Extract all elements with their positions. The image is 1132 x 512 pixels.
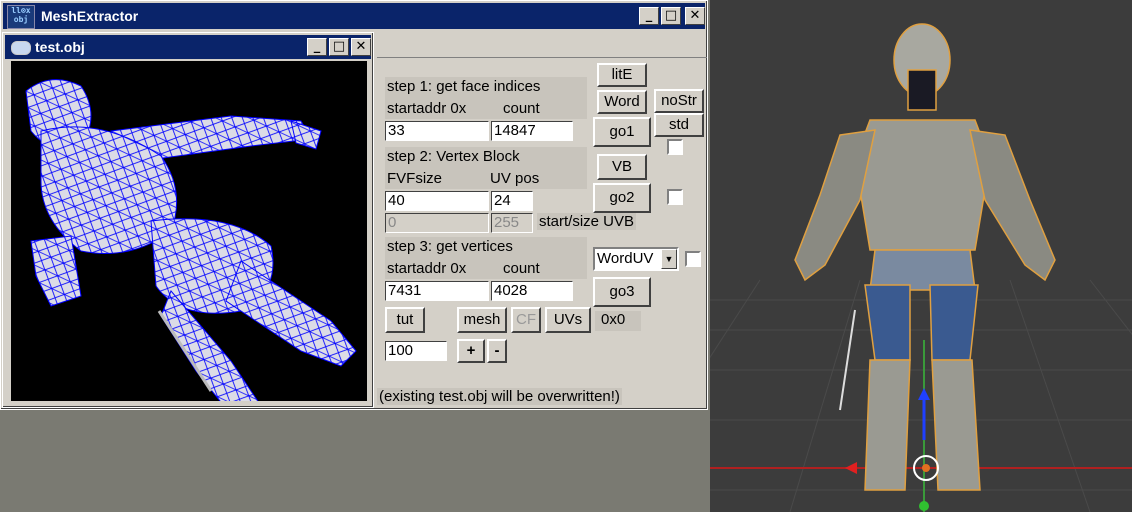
main-maximize-button[interactable]: □ xyxy=(661,7,681,25)
uvs-button[interactable]: UVs xyxy=(545,307,591,333)
step3-heading: step 3: get vertices xyxy=(387,238,513,255)
step1-heading: step 1: get face indices xyxy=(387,78,541,95)
main-window-title: MeshExtractor xyxy=(41,8,139,24)
dropdown-arrow-icon[interactable]: ▼ xyxy=(661,249,677,269)
go3-button[interactable]: go3 xyxy=(593,277,651,307)
step3-count-label: count xyxy=(503,260,540,277)
nostr-button[interactable]: noStr xyxy=(654,89,704,113)
knight-render xyxy=(710,23,1132,512)
uv-mode-select[interactable]: WordUV ▼ xyxy=(593,247,679,271)
x-arrow-icon xyxy=(845,462,857,474)
step2-fvf-input[interactable]: 40 xyxy=(385,191,489,211)
z-arrow-icon xyxy=(918,388,930,400)
step1-startaddr-input[interactable]: 33 xyxy=(385,121,489,141)
child-window-icon xyxy=(11,41,31,55)
cf-button: CF xyxy=(511,307,541,333)
go1-button[interactable]: go1 xyxy=(593,117,651,147)
step2-uvpos-input[interactable]: 24 xyxy=(491,191,533,211)
step3-checkbox[interactable] xyxy=(685,251,701,267)
origin-dot-icon xyxy=(922,464,930,472)
uvb-size-input: 255 xyxy=(491,213,533,233)
step2-fvf-label: FVFsize xyxy=(387,170,443,187)
uvb-label: start/size UVB xyxy=(537,213,637,230)
plus-button[interactable]: + xyxy=(457,339,485,363)
step3-count-input[interactable]: 4028 xyxy=(491,281,573,301)
step1-startaddr-label: startaddr 0x xyxy=(387,100,467,117)
minus-button[interactable]: - xyxy=(487,339,507,363)
step1-count-label: count xyxy=(503,100,540,117)
std-button[interactable]: std xyxy=(654,113,704,137)
desktop-background xyxy=(0,410,710,512)
main-title-bar[interactable]: ll⊗x obj MeshExtractor _ □ ✕ xyxy=(3,3,705,29)
child-window-title: test.obj xyxy=(35,39,85,55)
lite-button[interactable]: litE xyxy=(597,63,647,87)
wireframe-mesh xyxy=(25,79,357,401)
panel-header-strip xyxy=(377,31,707,58)
main-minimize-button[interactable]: _ xyxy=(639,7,659,25)
step1-count-input[interactable]: 14847 xyxy=(491,121,573,141)
child-close-button[interactable]: ✕ xyxy=(351,38,371,56)
app-icon: ll⊗x obj xyxy=(7,5,35,29)
3d-viewport-panel xyxy=(710,0,1132,512)
step1-checkbox[interactable] xyxy=(667,139,683,155)
overwrite-warning: (existing test.obj will be overwritten!) xyxy=(377,388,622,405)
y-arrow-icon xyxy=(919,501,929,511)
uvb-start-input: 0 xyxy=(385,213,489,233)
vb-button[interactable]: VB xyxy=(597,154,647,180)
go2-button[interactable]: go2 xyxy=(593,183,651,213)
step2-heading: step 2: Vertex Block xyxy=(387,148,520,165)
step3-startaddr-label: startaddr 0x xyxy=(387,260,467,277)
step3-startaddr-input[interactable]: 7431 xyxy=(385,281,489,301)
step2-checkbox[interactable] xyxy=(667,189,683,205)
step2-uvpos-label: UV pos xyxy=(490,170,540,187)
mesh-button[interactable]: mesh xyxy=(457,307,507,333)
scale-input[interactable]: 100 xyxy=(385,341,447,361)
child-maximize-button[interactable]: □ xyxy=(329,38,349,56)
knight-sword xyxy=(839,309,856,411)
tut-button[interactable]: tut xyxy=(385,307,425,333)
app-icon-text: ll⊗x obj xyxy=(11,6,31,24)
uv-mode-value: WordUV xyxy=(597,250,654,267)
mesh-viewport[interactable] xyxy=(11,61,367,401)
hex-readout: 0x0 xyxy=(595,311,641,331)
child-minimize-button[interactable]: _ xyxy=(307,38,327,56)
main-close-button[interactable]: ✕ xyxy=(685,7,705,25)
test-obj-window: test.obj _ □ ✕ xyxy=(2,32,374,408)
child-title-bar[interactable]: test.obj _ □ ✕ xyxy=(5,35,371,59)
word-button[interactable]: Word xyxy=(597,90,647,114)
